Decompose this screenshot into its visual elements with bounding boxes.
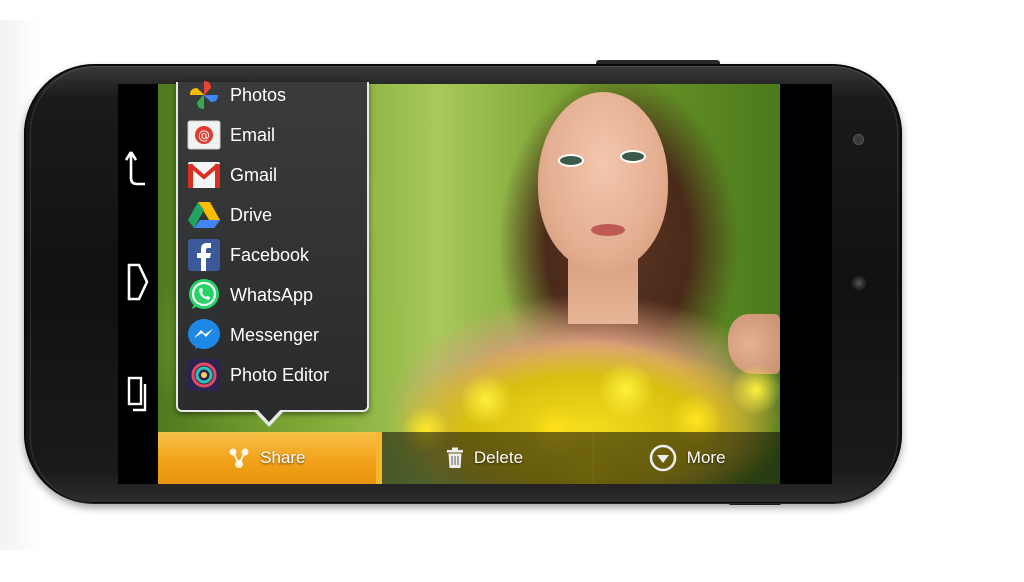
recents-icon[interactable] [120,374,156,414]
gmail-icon [186,157,222,193]
share-menu-item-facebook[interactable]: Facebook [186,236,361,274]
share-menu-label: Messenger [230,324,320,345]
share-menu-item-photos[interactable]: Photos [186,76,361,114]
share-icon [228,447,250,469]
photo-eye-right [620,150,646,163]
photo-face [538,92,668,270]
home-icon[interactable] [120,262,156,302]
share-menu-label: Photos [230,84,287,105]
share-menu-item-photo-editor[interactable]: Photo Editor [186,356,361,394]
share-menu-label: Drive [230,204,273,225]
photo-lips [591,224,625,236]
share-menu-label: Email [230,124,276,145]
more-label: More [686,448,726,467]
photo-eye-left [558,154,584,167]
sensor-icon [853,134,864,145]
share-menu-item-drive[interactable]: Drive [186,196,361,234]
action-bar: Share Delete More [158,432,780,484]
facebook-icon [186,237,222,273]
screen-right-edge [780,84,832,484]
google-photos-icon [186,77,222,113]
popup-pointer-inner [256,408,282,422]
chevron-down-circle-icon [649,444,677,472]
share-button[interactable]: Share [158,432,376,484]
photo-editor-icon [186,357,222,393]
google-drive-icon [186,197,222,233]
share-menu-item-messenger[interactable]: Messenger [186,316,361,354]
back-arrow-icon[interactable] [120,148,156,188]
share-menu-item-whatsapp[interactable]: WhatsApp [186,276,361,314]
share-label: Share [260,448,306,467]
whatsapp-icon [186,277,222,313]
trash-icon [446,447,464,469]
share-menu-label: WhatsApp [230,284,314,305]
messenger-icon [186,317,222,353]
email-icon: @ [186,117,222,153]
svg-text:@: @ [198,129,210,143]
delete-label: Delete [473,448,524,467]
share-menu-popup: Photos @ Email Gmail Drive Facebook What… [176,81,369,412]
share-menu-item-gmail[interactable]: Gmail [186,156,361,194]
share-menu-label: Facebook [230,244,310,265]
front-camera-icon [852,276,866,290]
share-menu-item-email[interactable]: @ Email [186,116,361,154]
share-menu-label: Gmail [230,164,278,185]
more-button[interactable]: More [593,432,780,484]
share-menu-label: Photo Editor [230,364,330,385]
delete-button[interactable]: Delete [376,432,594,484]
